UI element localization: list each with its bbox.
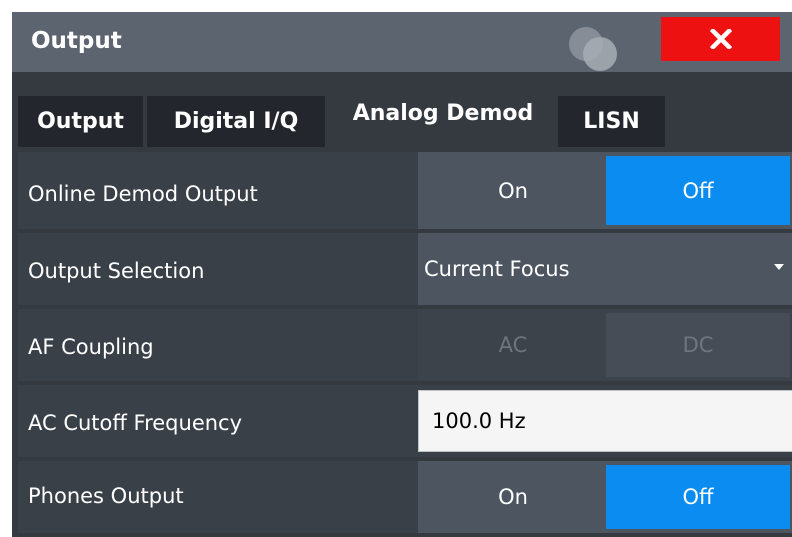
tab-lisn[interactable]: LISN	[558, 96, 665, 147]
phones-output-row: Phones Output On Off	[18, 461, 792, 533]
tab-analog-demod[interactable]: Analog Demod	[329, 88, 557, 150]
output-selection-dropdown[interactable]: Current Focus	[418, 233, 792, 305]
tab-bar: Output Digital I/Q Analog Demod LISN	[12, 72, 792, 150]
phones-output-label: Phones Output	[28, 484, 184, 508]
tab-output-label: Output	[37, 109, 124, 134]
ac-cutoff-frequency-label: AC Cutoff Frequency	[28, 411, 243, 435]
online-demod-output-toggle: On Off	[418, 152, 792, 229]
tab-digital-iq[interactable]: Digital I/Q	[147, 96, 325, 147]
tab-lisn-label: LISN	[583, 109, 640, 134]
af-coupling-dc-button[interactable]: DC	[606, 313, 790, 377]
af-coupling-dc-label: DC	[682, 333, 714, 357]
output-dialog: Output Output Digital I/Q Analog Demod L…	[12, 12, 792, 537]
online-demod-on-label: On	[498, 178, 528, 203]
af-coupling-label: AF Coupling	[28, 335, 154, 359]
af-coupling-toggle: AC DC	[418, 309, 792, 381]
af-coupling-ac-button[interactable]: AC	[422, 313, 604, 377]
title-bar: Output	[12, 12, 792, 72]
online-demod-off-label: Off	[682, 178, 714, 203]
close-button[interactable]	[661, 17, 780, 61]
output-selection-value: Current Focus	[424, 257, 570, 281]
tab-analog-demod-label: Analog Demod	[352, 101, 534, 126]
af-coupling-row: AF Coupling AC DC	[18, 309, 792, 381]
close-icon	[709, 29, 732, 49]
chevron-down-icon	[774, 264, 784, 270]
output-selection-label: Output Selection	[28, 259, 205, 283]
phones-output-toggle: On Off	[418, 461, 792, 533]
phones-on-label: On	[498, 485, 528, 509]
settings-panel: Online Demod Output On Off Output Select…	[12, 150, 792, 537]
online-demod-off-button[interactable]: Off	[606, 156, 790, 225]
online-demod-output-row: Online Demod Output On Off	[18, 152, 792, 229]
ac-cutoff-frequency-row: AC Cutoff Frequency 100.0 Hz	[18, 385, 792, 457]
phones-off-button[interactable]: Off	[606, 465, 790, 529]
ac-cutoff-frequency-value: 100.0 Hz	[432, 409, 526, 433]
phones-on-button[interactable]: On	[422, 465, 604, 529]
online-demod-output-label: Online Demod Output	[28, 182, 258, 206]
tab-digital-iq-label: Digital I/Q	[173, 109, 299, 134]
af-coupling-ac-label: AC	[498, 333, 528, 357]
tab-output[interactable]: Output	[18, 96, 143, 147]
online-demod-on-button[interactable]: On	[422, 156, 604, 225]
app-logo-icon	[569, 27, 617, 71]
output-selection-row: Output Selection Current Focus	[18, 233, 792, 305]
phones-off-label: Off	[682, 485, 714, 509]
dialog-title: Output	[31, 28, 122, 54]
ac-cutoff-frequency-field[interactable]: 100.0 Hz	[418, 390, 792, 452]
